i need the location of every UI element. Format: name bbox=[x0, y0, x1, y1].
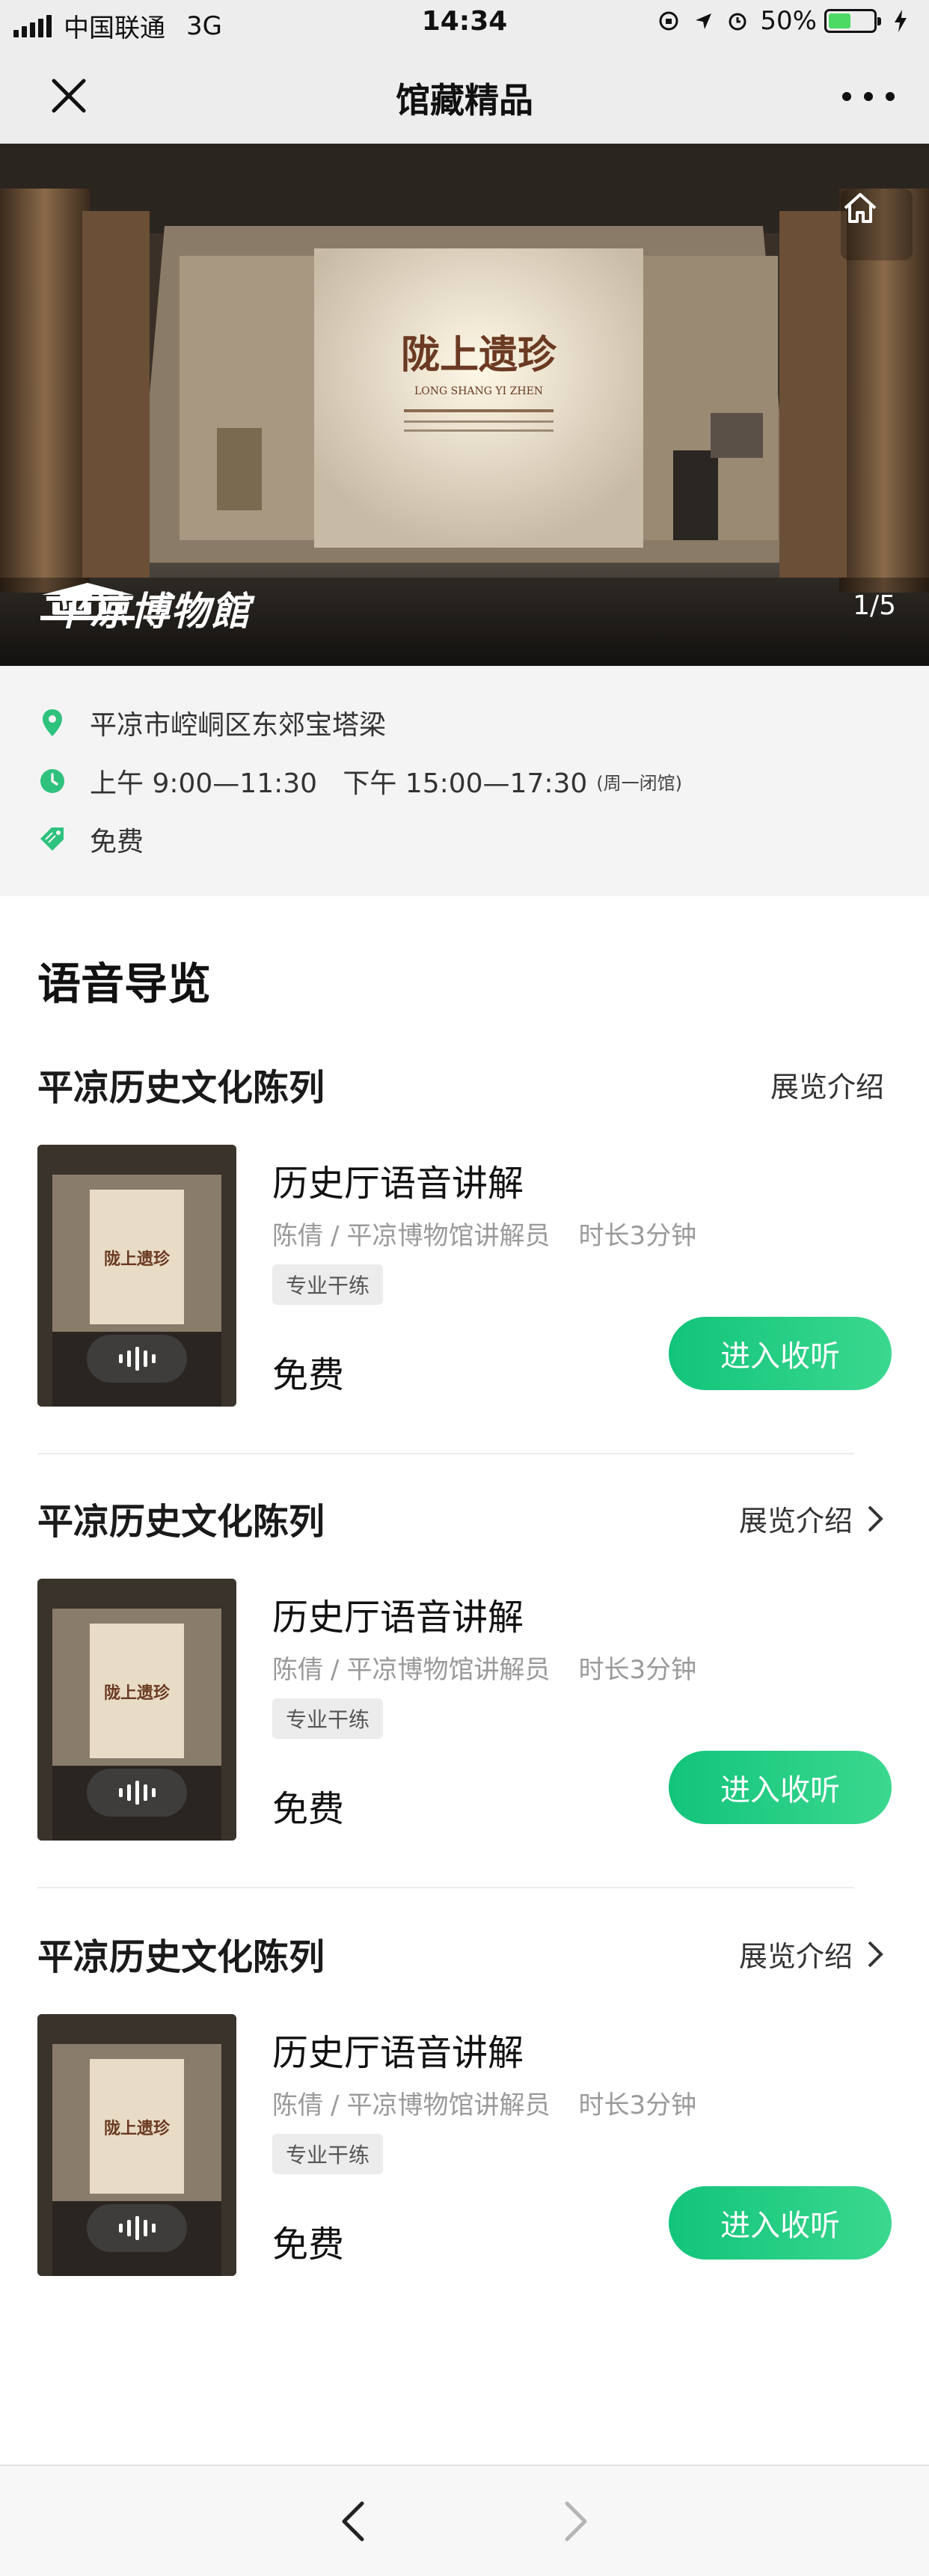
exhibit-intro-label: 展览介绍 bbox=[738, 1505, 853, 1538]
battery-percent: 50% bbox=[760, 6, 817, 36]
back-icon[interactable] bbox=[335, 2499, 372, 2544]
audio-meta: 陈倩 / 平凉博物馆讲解员 时长3分钟 bbox=[272, 1215, 696, 1252]
price-row: 免费 bbox=[37, 820, 144, 859]
audio-duration: 时长3分钟 bbox=[578, 2090, 697, 2120]
clock-icon bbox=[37, 766, 67, 796]
meta-separator: / bbox=[331, 1655, 340, 1685]
chevron-right-icon bbox=[868, 1505, 883, 1532]
thumbnail-caption: 陇上遗珍 bbox=[104, 2119, 171, 2138]
more-icon[interactable] bbox=[842, 78, 895, 115]
exhibit-intro-link[interactable]: 展览介绍 bbox=[739, 1498, 884, 1539]
hours-note: (周一闭馆) bbox=[596, 772, 683, 794]
museum-logo: 平凉博物館 bbox=[39, 580, 251, 636]
style-tag: 专业干练 bbox=[272, 1264, 384, 1305]
style-tag: 专业干练 bbox=[272, 2134, 384, 2174]
exhibit-group-title: 平凉历史文化陈列 bbox=[37, 1067, 325, 1109]
thumbnail-caption: 陇上遗珍 bbox=[104, 1249, 171, 1269]
exhibit-intro-label: 展览介绍 bbox=[738, 1940, 853, 1973]
divider bbox=[37, 1887, 854, 1888]
status-right: 50% bbox=[646, 6, 913, 36]
divider bbox=[37, 1453, 854, 1454]
audio-wave-icon bbox=[87, 1769, 187, 1817]
meta-separator: / bbox=[331, 1221, 340, 1251]
orientation-lock-icon bbox=[657, 9, 681, 33]
alarm-icon bbox=[726, 9, 749, 33]
chevron-right-icon bbox=[868, 1941, 883, 1967]
audio-title: 历史厅语音讲解 bbox=[272, 1163, 524, 1205]
listen-button[interactable]: 进入收听 bbox=[669, 1751, 892, 1824]
listen-button[interactable]: 进入收听 bbox=[669, 2186, 892, 2260]
museum-info: 平凉市崆峒区东郊宝塔梁 上午 9:00—11:30 下午 15:00—17:30… bbox=[0, 666, 929, 896]
narrator-role: 平凉博物馆讲解员 bbox=[346, 2090, 551, 2120]
exhibit-intro-link[interactable]: 展览介绍 bbox=[770, 1064, 884, 1105]
audio-wave-icon bbox=[87, 2204, 187, 2252]
exhibit-intro-link[interactable]: 展览介绍 bbox=[739, 1933, 884, 1974]
status-bar: 中国联通 3G 14:34 50% bbox=[0, 0, 929, 48]
hours-row: 上午 9:00—11:30 下午 15:00—17:30 (周一闭馆) bbox=[37, 762, 682, 801]
meta-separator: / bbox=[331, 2090, 340, 2120]
style-tag: 专业干练 bbox=[272, 1698, 384, 1739]
audio-wave-icon bbox=[87, 1335, 187, 1383]
browser-toolbar bbox=[0, 2465, 929, 2576]
tag-icon bbox=[37, 824, 67, 854]
page-title: 馆藏精品 bbox=[396, 80, 533, 120]
museum-building-icon bbox=[40, 583, 135, 620]
hero-banner[interactable]: 陇上遗珍 LONG SHANG YI ZHEN 平凉博物館 1/5 bbox=[0, 144, 929, 666]
forward-icon[interactable] bbox=[557, 2499, 594, 2544]
audio-thumbnail[interactable]: 陇上遗珍 bbox=[37, 1579, 236, 1841]
address-text: 平凉市崆峒区东郊宝塔梁 bbox=[90, 710, 387, 741]
narrator-name: 陈倩 bbox=[272, 1221, 323, 1251]
price-text: 免费 bbox=[90, 827, 144, 857]
thumbnail-caption: 陇上遗珍 bbox=[104, 1683, 171, 1703]
audio-price: 免费 bbox=[272, 2224, 345, 2266]
home-icon[interactable] bbox=[841, 189, 913, 260]
audio-title: 历史厅语音讲解 bbox=[272, 1597, 524, 1639]
location-icon bbox=[691, 9, 715, 33]
exhibit-group-title: 平凉历史文化陈列 bbox=[37, 1501, 325, 1543]
audio-meta: 陈倩 / 平凉博物馆讲解员 时长3分钟 bbox=[272, 2084, 696, 2121]
listen-button[interactable]: 进入收听 bbox=[669, 1317, 892, 1390]
audio-price: 免费 bbox=[272, 1354, 345, 1396]
audio-duration: 时长3分钟 bbox=[578, 1655, 697, 1685]
battery-icon bbox=[824, 9, 881, 33]
audio-title: 历史厅语音讲解 bbox=[272, 2032, 524, 2074]
narrator-name: 陈倩 bbox=[272, 2090, 323, 2120]
hero-exhibit-title: 陇上遗珍 bbox=[401, 332, 557, 378]
audio-thumbnail[interactable]: 陇上遗珍 bbox=[37, 1145, 236, 1407]
exhibit-intro-label: 展览介绍 bbox=[770, 1071, 884, 1104]
carousel-indicator: 1/5 bbox=[853, 590, 896, 621]
hero-exhibit-pinyin: LONG SHANG YI ZHEN bbox=[414, 385, 543, 397]
audio-duration: 时长3分钟 bbox=[578, 1221, 697, 1251]
audio-meta: 陈倩 / 平凉博物馆讲解员 时长3分钟 bbox=[272, 1649, 696, 1686]
location-pin-icon bbox=[37, 708, 67, 738]
narrator-role: 平凉博物馆讲解员 bbox=[346, 1655, 551, 1685]
address-row: 平凉市崆峒区东郊宝塔梁 bbox=[37, 703, 386, 742]
exhibit-group-title: 平凉历史文化陈列 bbox=[37, 1936, 325, 1978]
charging-icon bbox=[889, 9, 913, 33]
narrator-name: 陈倩 bbox=[272, 1655, 323, 1685]
section-title-audio-guide: 语音导览 bbox=[37, 958, 212, 1009]
nav-bar: 馆藏精品 bbox=[0, 48, 929, 144]
audio-thumbnail[interactable]: 陇上遗珍 bbox=[37, 2014, 236, 2276]
narrator-role: 平凉博物馆讲解员 bbox=[346, 1221, 551, 1251]
hours-text: 上午 9:00—11:30 下午 15:00—17:30 bbox=[90, 768, 588, 799]
audio-price: 免费 bbox=[272, 1788, 345, 1830]
